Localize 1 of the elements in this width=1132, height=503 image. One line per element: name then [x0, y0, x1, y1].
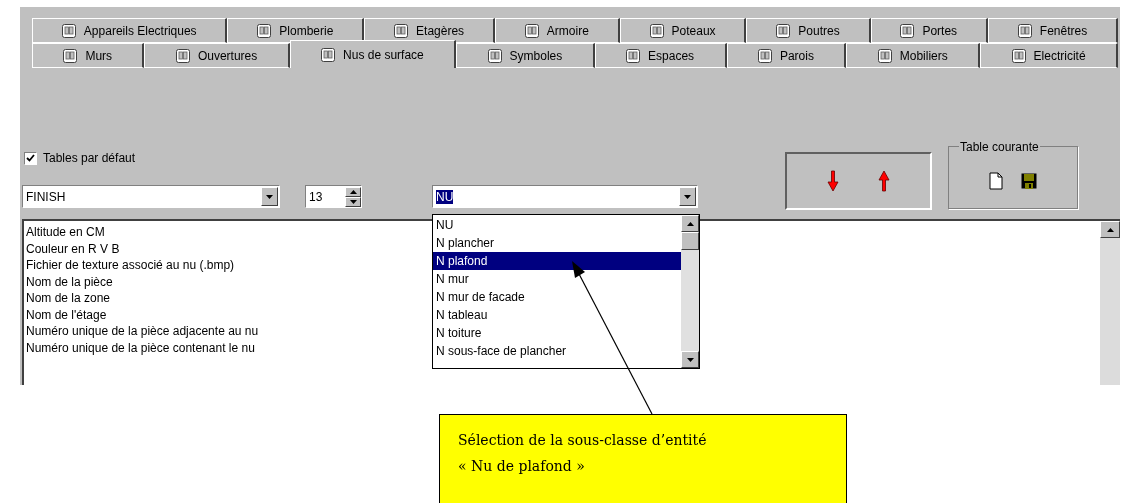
callout-text: Sélection de la sous-classe d’entité « Nu de plafond »	[458, 431, 708, 476]
